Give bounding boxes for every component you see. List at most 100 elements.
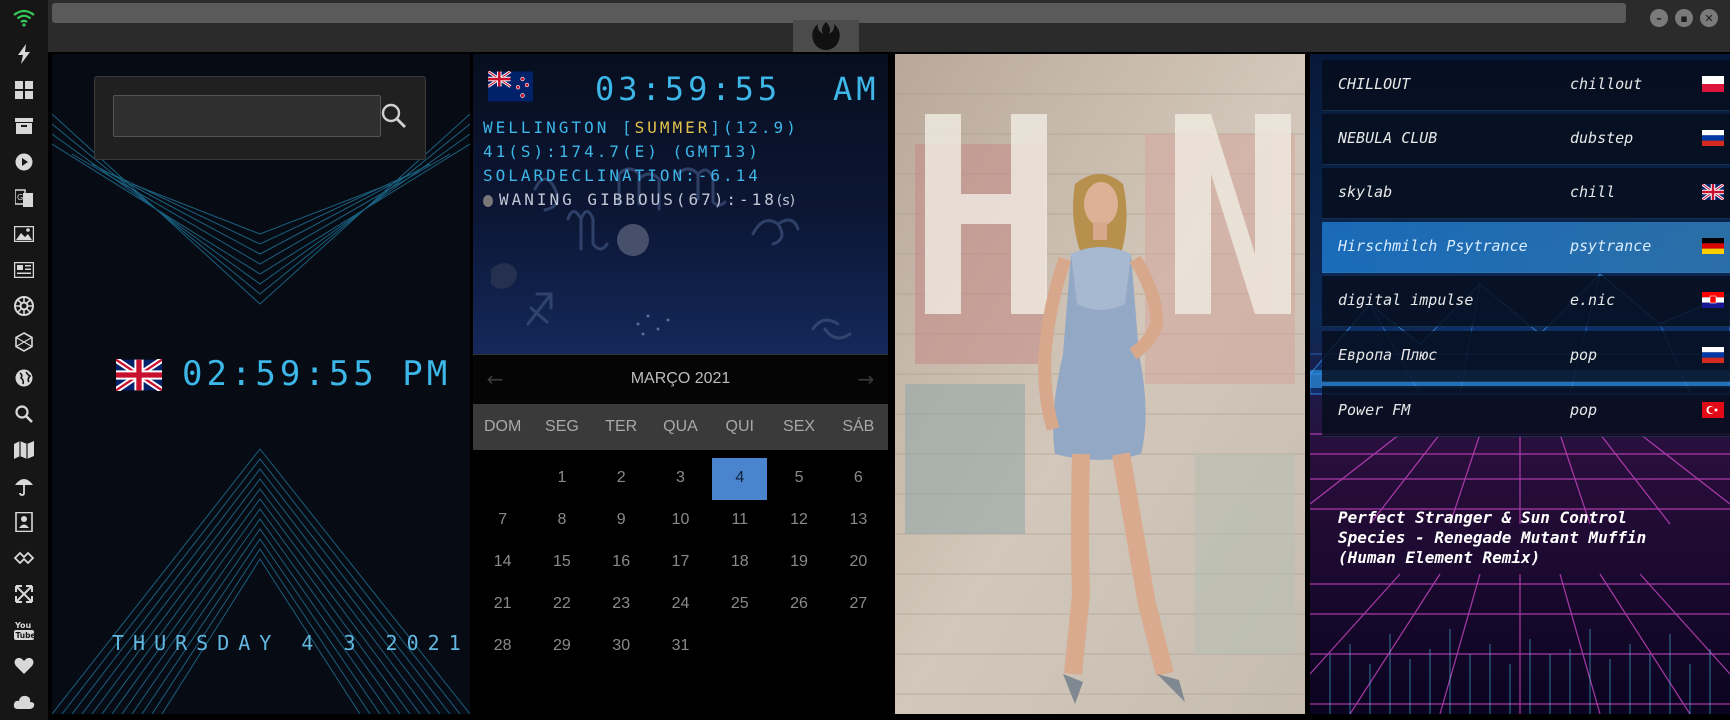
calendar-day[interactable]: 30 xyxy=(594,626,649,668)
city-line: WELLINGTON [SUMMER](12.9) xyxy=(483,118,799,137)
rebel-logo-tab[interactable] xyxy=(793,20,859,52)
poland-flag-icon xyxy=(1702,76,1724,92)
station-row[interactable]: Hirschmilch Psytrance psytrance xyxy=(1322,222,1730,273)
photo-panel xyxy=(895,54,1305,714)
calendar-day[interactable]: 24 xyxy=(653,584,708,626)
world-clock-panel: 03:59:55 AM WELLINGTON [SUMMER](12.9) 41… xyxy=(473,54,888,354)
lightning-icon[interactable] xyxy=(12,42,36,66)
calendar-day-today[interactable]: 4 xyxy=(712,458,768,500)
calendar-day[interactable]: 20 xyxy=(831,542,886,584)
calendar-day[interactable]: 19 xyxy=(771,542,826,584)
search-button[interactable] xyxy=(377,97,411,135)
now-playing-line: Perfect Stranger & Sun Control xyxy=(1338,508,1627,527)
calendar-day[interactable]: 15 xyxy=(534,542,589,584)
station-row[interactable]: CHILLOUT chillout xyxy=(1322,60,1730,111)
svg-text:You: You xyxy=(14,621,32,630)
weekday-label: DOM xyxy=(483,418,522,435)
station-genre: e.nic xyxy=(1570,291,1616,309)
station-genre: pop xyxy=(1570,346,1598,364)
calendar-day[interactable]: 1 xyxy=(534,458,589,500)
calendar-day[interactable]: 25 xyxy=(712,584,767,626)
station-row[interactable]: NEBULA CLUB dubstep xyxy=(1322,114,1730,165)
moon-phase-line: WANING GIBBOUS(67):-18(s) xyxy=(483,190,795,209)
station-row[interactable]: digital impulse e.nic xyxy=(1322,276,1730,327)
world-time: 03:59:55 xyxy=(595,70,782,108)
radio-panel: CHILLOUT chillout NEBULA CLUB dubstep skylab… xyxy=(1310,54,1730,714)
local-time: 02:59:55 PM xyxy=(182,354,452,394)
calendar-day[interactable]: 12 xyxy=(771,500,826,542)
calendar-day[interactable]: 8 xyxy=(534,500,589,542)
fashion-photo xyxy=(895,54,1305,714)
croatia-flag-icon xyxy=(1702,292,1724,308)
wifi-icon[interactable] xyxy=(12,6,36,30)
search-icon xyxy=(381,103,406,128)
globe-icon[interactable] xyxy=(12,366,36,390)
calendar-day[interactable]: 10 xyxy=(653,500,708,542)
station-row[interactable]: Европа Плюс pop xyxy=(1322,331,1730,382)
empire-icon[interactable] xyxy=(12,294,36,318)
moon-unit: (s) xyxy=(776,193,796,209)
play-icon[interactable] xyxy=(12,150,36,174)
rebel-alliance-icon xyxy=(812,22,840,50)
expand-icon[interactable] xyxy=(12,582,36,606)
local-clock-panel: 02:59:55 PM THURSDAY 4 3 2021 xyxy=(52,54,470,714)
news-icon[interactable] xyxy=(12,258,36,282)
station-row[interactable]: skylab chill xyxy=(1322,168,1730,219)
calendar-day[interactable]: 2 xyxy=(594,458,649,500)
station-genre: chill xyxy=(1570,183,1616,201)
uk-flag-icon xyxy=(116,359,162,391)
station-genre: dubstep xyxy=(1570,129,1634,147)
calendar-day[interactable]: 11 xyxy=(712,500,767,542)
heart-icon[interactable] xyxy=(12,654,36,678)
calendar-day[interactable]: 22 xyxy=(534,584,589,626)
uv-index: ](12.9) xyxy=(710,118,799,137)
calendar-blank xyxy=(473,458,532,500)
svg-text:G: G xyxy=(17,193,23,202)
calendar-day[interactable]: 14 xyxy=(475,542,530,584)
station-name: Power FM xyxy=(1338,401,1411,419)
search-input[interactable] xyxy=(113,95,381,137)
calendar-day[interactable]: 13 xyxy=(831,500,886,542)
calendar-day[interactable]: 6 xyxy=(831,458,886,500)
search-icon[interactable] xyxy=(12,402,36,426)
windows-icon[interactable] xyxy=(12,78,36,102)
contacts-icon[interactable] xyxy=(12,510,36,534)
calendar-day[interactable]: 27 xyxy=(831,584,886,626)
hexagon-icon[interactable] xyxy=(12,330,36,354)
station-genre: psytrance xyxy=(1570,237,1652,255)
game-icon[interactable] xyxy=(12,546,36,570)
search-box xyxy=(94,76,426,160)
next-month-button[interactable]: → xyxy=(854,367,878,391)
city-name: WELLINGTON [ xyxy=(483,118,635,137)
calendar-day[interactable]: 28 xyxy=(475,626,530,668)
calendar-day[interactable]: 26 xyxy=(771,584,826,626)
cloud-icon[interactable] xyxy=(12,690,36,714)
station-genre: chillout xyxy=(1570,75,1643,93)
calendar-day[interactable]: 21 xyxy=(475,584,530,626)
youtube-icon[interactable]: You Tube xyxy=(12,618,36,642)
minimize-button[interactable]: – xyxy=(1650,9,1668,27)
archive-icon[interactable] xyxy=(12,114,36,138)
moon-icon xyxy=(483,194,493,207)
calendar-day[interactable]: 5 xyxy=(771,458,826,500)
umbrella-icon[interactable] xyxy=(12,474,36,498)
calendar-day[interactable]: 9 xyxy=(594,500,649,542)
translate-icon[interactable]: G xyxy=(12,186,36,210)
calendar-day[interactable]: 29 xyxy=(534,626,589,668)
calendar-day[interactable]: 3 xyxy=(653,458,708,500)
image-icon[interactable] xyxy=(12,222,36,246)
calendar-day[interactable]: 23 xyxy=(594,584,649,626)
station-row[interactable]: Power FM pop xyxy=(1322,386,1730,437)
weekday-label: SEG xyxy=(545,418,579,435)
weekday-label: QUA xyxy=(663,418,698,435)
calendar-day[interactable]: 17 xyxy=(653,542,708,584)
calendar-day[interactable]: 7 xyxy=(475,500,530,542)
maximize-button[interactable]: ▪ xyxy=(1675,9,1693,27)
calendar-day[interactable]: 18 xyxy=(712,542,767,584)
close-button[interactable]: ✕ xyxy=(1700,9,1718,27)
calendar-day[interactable]: 16 xyxy=(594,542,649,584)
map-icon[interactable] xyxy=(12,438,36,462)
germany-flag-icon xyxy=(1702,238,1724,254)
calendar-day[interactable]: 31 xyxy=(653,626,708,668)
russia-flag-icon xyxy=(1702,347,1724,363)
